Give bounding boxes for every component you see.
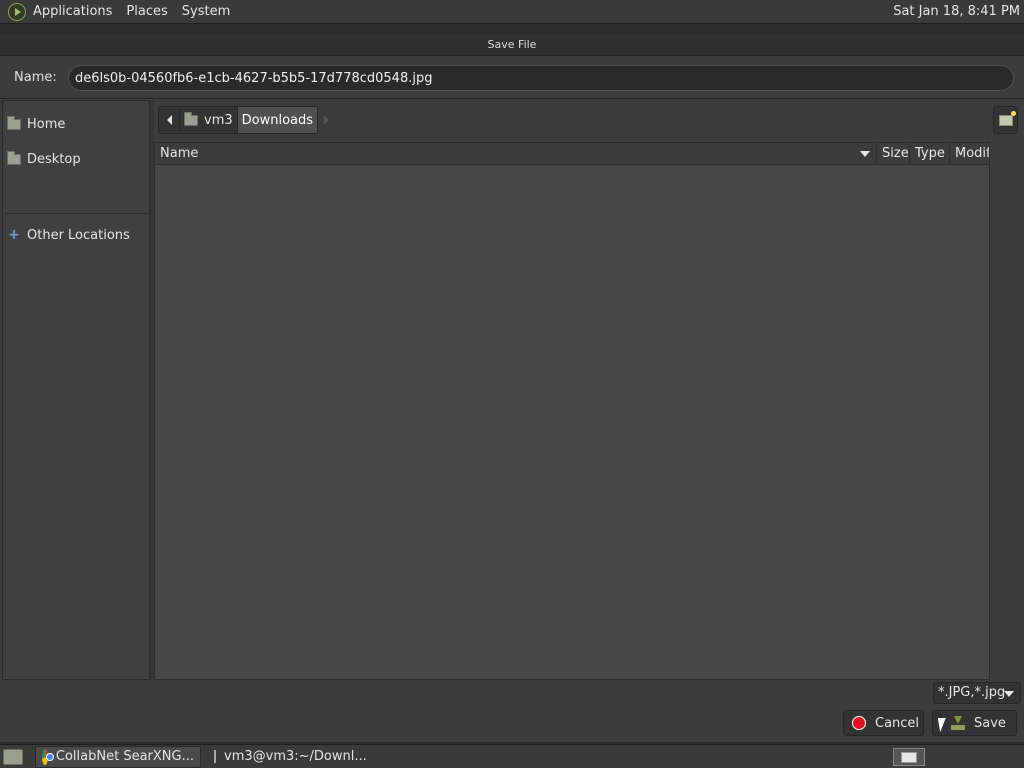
path-back-icon[interactable] <box>158 106 180 134</box>
taskbar-item-label: CollabNet SearXNG... <box>55 749 194 764</box>
path-bar: vm3 Downloads <box>158 106 334 134</box>
sidebar-item-label: Home <box>27 116 66 132</box>
path-forward-icon[interactable] <box>318 106 334 134</box>
separator <box>0 98 1024 99</box>
name-row: Name: <box>0 62 1024 94</box>
terminal-icon <box>214 750 216 763</box>
sort-down-icon <box>860 151 870 157</box>
cancel-button[interactable]: Cancel <box>843 710 924 736</box>
name-label: Name: <box>14 70 57 85</box>
sidebar-separator <box>5 213 149 214</box>
column-label: Name <box>160 146 199 161</box>
column-header-name[interactable]: Name <box>155 143 877 165</box>
taskbar-item-label: vm3@vm3:~/Downl... <box>224 749 367 764</box>
save-download-icon <box>951 716 965 730</box>
filter-value: *.JPG,*.jpg <box>938 685 1006 700</box>
path-segment-label: vm3 <box>204 112 233 128</box>
path-segment-label: Downloads <box>241 112 314 128</box>
plus-icon: + <box>8 227 20 243</box>
dialog-title: Save File <box>0 34 1024 56</box>
path-segment-vm3[interactable]: vm3 <box>180 106 238 134</box>
taskbar-item-terminal[interactable]: vm3@vm3:~/Downl... <box>207 745 373 768</box>
menu-applications[interactable]: Applications <box>33 4 112 19</box>
sidebar-item-label: Desktop <box>27 151 81 167</box>
file-list[interactable]: Name Size Type Modif <box>154 142 990 680</box>
folder-home-icon <box>7 115 21 130</box>
chrome-icon <box>42 748 54 765</box>
column-header-modified[interactable]: Modif <box>950 143 989 165</box>
list-header: Name Size Type Modif <box>155 143 989 165</box>
sidebar-item-label: Other Locations <box>27 227 130 243</box>
sidebar-item-other-locations[interactable]: + Other Locations <box>7 224 130 246</box>
right-gutter <box>990 142 1024 680</box>
clock[interactable]: Sat Jan 18, 8:41 PM <box>893 4 1020 19</box>
path-segment-downloads[interactable]: Downloads <box>237 106 319 134</box>
filename-input[interactable] <box>68 65 1014 91</box>
new-folder-icon <box>998 110 1016 126</box>
workspace-switcher[interactable] <box>893 748 925 766</box>
folder-icon <box>7 150 21 165</box>
show-desktop-icon[interactable] <box>3 748 23 765</box>
save-file-dialog: Save File Name: Home Desktop + Other Loc… <box>0 34 1024 742</box>
column-header-type[interactable]: Type <box>910 143 950 165</box>
top-panel: Applications Places System Sat Jan 18, 8… <box>0 0 1024 24</box>
file-filter-select[interactable]: *.JPG,*.jpg <box>933 682 1021 704</box>
cancel-label: Cancel <box>875 715 920 731</box>
menu-places[interactable]: Places <box>126 4 167 19</box>
column-header-size[interactable]: Size <box>877 143 910 165</box>
save-label: Save <box>974 715 1006 731</box>
create-folder-button[interactable] <box>993 106 1018 134</box>
chevron-down-icon <box>1004 691 1014 697</box>
menu-system[interactable]: System <box>182 4 230 19</box>
sidebar-item-desktop[interactable]: Desktop <box>7 148 81 170</box>
places-sidebar: Home Desktop + Other Locations <box>2 100 150 680</box>
taskbar: CollabNet SearXNG... vm3@vm3:~/Downl... <box>0 744 1024 768</box>
cancel-icon <box>852 716 866 730</box>
applications-logo-icon[interactable] <box>8 2 26 21</box>
sidebar-item-home[interactable]: Home <box>7 113 65 135</box>
taskbar-item-browser[interactable]: CollabNet SearXNG... <box>35 745 201 768</box>
folder-home-icon <box>184 111 198 126</box>
